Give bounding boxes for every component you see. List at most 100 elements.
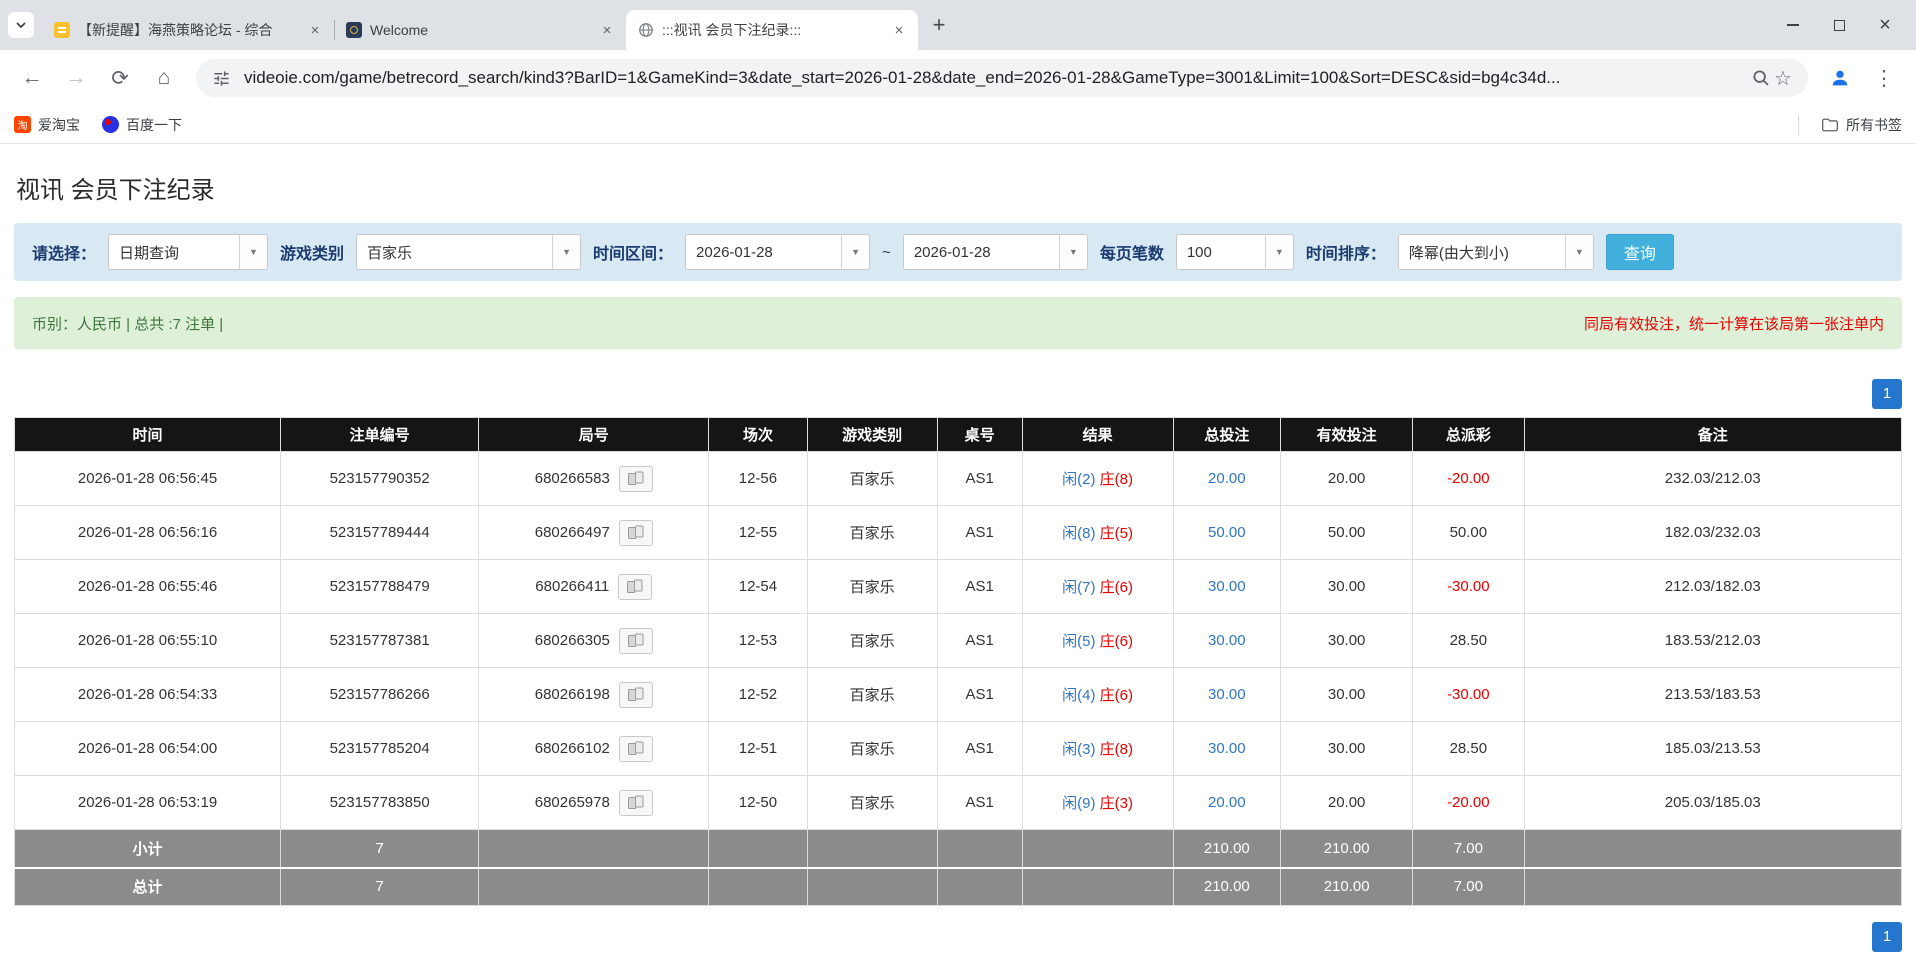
round-replay-button[interactable] (619, 628, 653, 654)
summary-bar: 币别：人民币 | 总共 :7 注单 | 同局有效投注，统一计算在该局第一张注单内 (14, 297, 1902, 349)
sort-select[interactable]: 降幂(由大到小) ▼ (1398, 234, 1594, 270)
back-button[interactable]: ← (12, 58, 52, 98)
dropdown-arrow-icon[interactable]: ▼ (1059, 235, 1087, 269)
game-type-cell: 百家乐 (807, 776, 937, 830)
page-number-button[interactable]: 1 (1872, 922, 1902, 952)
bookmarks-divider (1798, 115, 1799, 135)
total-bet-cell: 50.00 (1173, 506, 1281, 560)
round-replay-button[interactable] (619, 790, 653, 816)
home-button[interactable]: ⌂ (144, 58, 184, 98)
game-type-cell: 百家乐 (807, 722, 937, 776)
tab-welcome[interactable]: Welcome × (334, 10, 626, 50)
round-replay-button[interactable] (619, 736, 653, 762)
payout-cell: 50.00 (1413, 506, 1524, 560)
tab-close-icon[interactable]: × (890, 21, 908, 39)
session-cell: 12-52 (709, 668, 807, 722)
folder-icon (1821, 117, 1839, 133)
url-text[interactable]: videoie.com/game/betrecord_search/kind3?… (244, 68, 1738, 88)
round-number: 680266497 (535, 524, 610, 541)
subtotal-row: 小计7210.00210.007.00 (15, 830, 1902, 868)
column-header: 注单编号 (281, 418, 479, 452)
bookmark-label: 百度一下 (126, 115, 182, 135)
tab-strip: 【新提醒】海燕策略论坛 - 综合 × Welcome × :::视讯 会员下注纪… (0, 0, 1916, 50)
dropdown-arrow-icon[interactable]: ▼ (552, 235, 580, 269)
table-number-cell: AS1 (937, 722, 1022, 776)
minimize-button[interactable] (1770, 0, 1816, 50)
result-player: 闲(3) (1062, 741, 1095, 758)
dropdown-arrow-icon[interactable]: ▼ (841, 235, 869, 269)
game-type-cell: 百家乐 (807, 452, 937, 506)
refresh-button[interactable]: ⟳ (100, 58, 140, 98)
round-cell: 680266198 (479, 668, 709, 722)
bet-row: 2026-01-28 06:56:45523157790352680266583… (15, 452, 1902, 506)
table-number-cell: AS1 (937, 506, 1022, 560)
tab-close-icon[interactable]: × (306, 21, 324, 39)
tab-forum[interactable]: 【新提醒】海燕策略论坛 - 综合 × (42, 10, 334, 50)
tab-close-icon[interactable]: × (598, 21, 616, 39)
page-number-button[interactable]: 1 (1872, 379, 1902, 409)
profile-person-icon (1829, 67, 1851, 89)
table-head: 时间注单编号局号场次游戏类别桌号结果总投注有效投注总派彩备注 (15, 418, 1902, 452)
bet-id-cell: 523157786266 (281, 668, 479, 722)
minimize-icon (1787, 24, 1799, 26)
game-type-label: 游戏类别 (280, 240, 344, 264)
site-settings-icon[interactable] (210, 67, 232, 89)
table-number-cell: AS1 (937, 668, 1022, 722)
payout-cell: 28.50 (1413, 722, 1524, 776)
table-body: 2026-01-28 06:56:45523157790352680266583… (15, 452, 1902, 830)
column-header: 游戏类别 (807, 418, 937, 452)
footer-cell: 7 (281, 868, 479, 906)
profile-avatar[interactable] (1820, 58, 1860, 98)
result-banker: 庄(6) (1100, 579, 1133, 596)
game-type-cell: 百家乐 (807, 614, 937, 668)
dropdown-arrow-icon[interactable]: ▼ (1265, 235, 1293, 269)
round-replay-button[interactable] (618, 574, 652, 600)
result-player: 闲(9) (1062, 795, 1095, 812)
forward-button[interactable]: → (56, 58, 96, 98)
dropdown-arrow-icon[interactable]: ▼ (239, 235, 267, 269)
address-bar[interactable]: videoie.com/game/betrecord_search/kind3?… (196, 59, 1808, 97)
zoom-icon[interactable] (1750, 67, 1772, 89)
bet-row: 2026-01-28 06:54:33523157786266680266198… (15, 668, 1902, 722)
browser-menu-button[interactable]: ⋮ (1864, 58, 1904, 98)
new-tab-button[interactable]: + (924, 10, 954, 40)
bookmark-baidu[interactable]: 百度一下 (102, 115, 182, 135)
all-bookmarks-button[interactable]: 所有书签 (1821, 115, 1902, 135)
mode-select[interactable]: 日期查询 ▼ (108, 234, 268, 270)
cards-icon (627, 687, 645, 702)
bookmark-label: 爱淘宝 (38, 115, 80, 135)
close-button[interactable]: × (1862, 0, 1908, 50)
search-button[interactable]: 查询 (1606, 234, 1674, 270)
tab-search-button[interactable] (8, 12, 34, 38)
browser-chrome: 【新提醒】海燕策略论坛 - 综合 × Welcome × :::视讯 会员下注纪… (0, 0, 1916, 144)
result-banker: 庄(3) (1100, 795, 1133, 812)
maximize-icon (1834, 20, 1845, 31)
result-cell: 闲(2) 庄(8) (1022, 452, 1173, 506)
bookmark-taobao[interactable]: 淘 爱淘宝 (14, 115, 80, 135)
payout-cell: -20.00 (1413, 776, 1524, 830)
round-replay-button[interactable] (619, 466, 653, 492)
round-replay-button[interactable] (619, 520, 653, 546)
note-cell: 185.03/213.53 (1524, 722, 1902, 776)
round-cell: 680266583 (479, 452, 709, 506)
summary-notice-text: 同局有效投注，统一计算在该局第一张注单内 (1584, 313, 1884, 334)
total-bet-cell: 30.00 (1173, 560, 1281, 614)
tab-bet-records[interactable]: :::视讯 会员下注纪录::: × (626, 10, 918, 50)
bet-records-table: 时间注单编号局号场次游戏类别桌号结果总投注有效投注总派彩备注 2026-01-2… (14, 417, 1902, 906)
maximize-button[interactable] (1816, 0, 1862, 50)
footer-cell: 7.00 (1413, 830, 1524, 868)
table-number-cell: AS1 (937, 614, 1022, 668)
game-type-select[interactable]: 百家乐 ▼ (356, 234, 581, 270)
round-replay-button[interactable] (619, 682, 653, 708)
note-cell: 183.53/212.03 (1524, 614, 1902, 668)
date-end-select[interactable]: 2026-01-28 ▼ (903, 234, 1088, 270)
date-start-select[interactable]: 2026-01-28 ▼ (685, 234, 870, 270)
dropdown-arrow-icon[interactable]: ▼ (1565, 235, 1593, 269)
footer-cell (937, 868, 1022, 906)
page-size-select[interactable]: 100 ▼ (1176, 234, 1294, 270)
cards-icon (627, 525, 645, 540)
result-cell: 闲(9) 庄(3) (1022, 776, 1173, 830)
footer-cell: 210.00 (1281, 868, 1413, 906)
bookmark-star-icon[interactable]: ☆ (1772, 67, 1794, 89)
round-number: 680266102 (535, 740, 610, 757)
